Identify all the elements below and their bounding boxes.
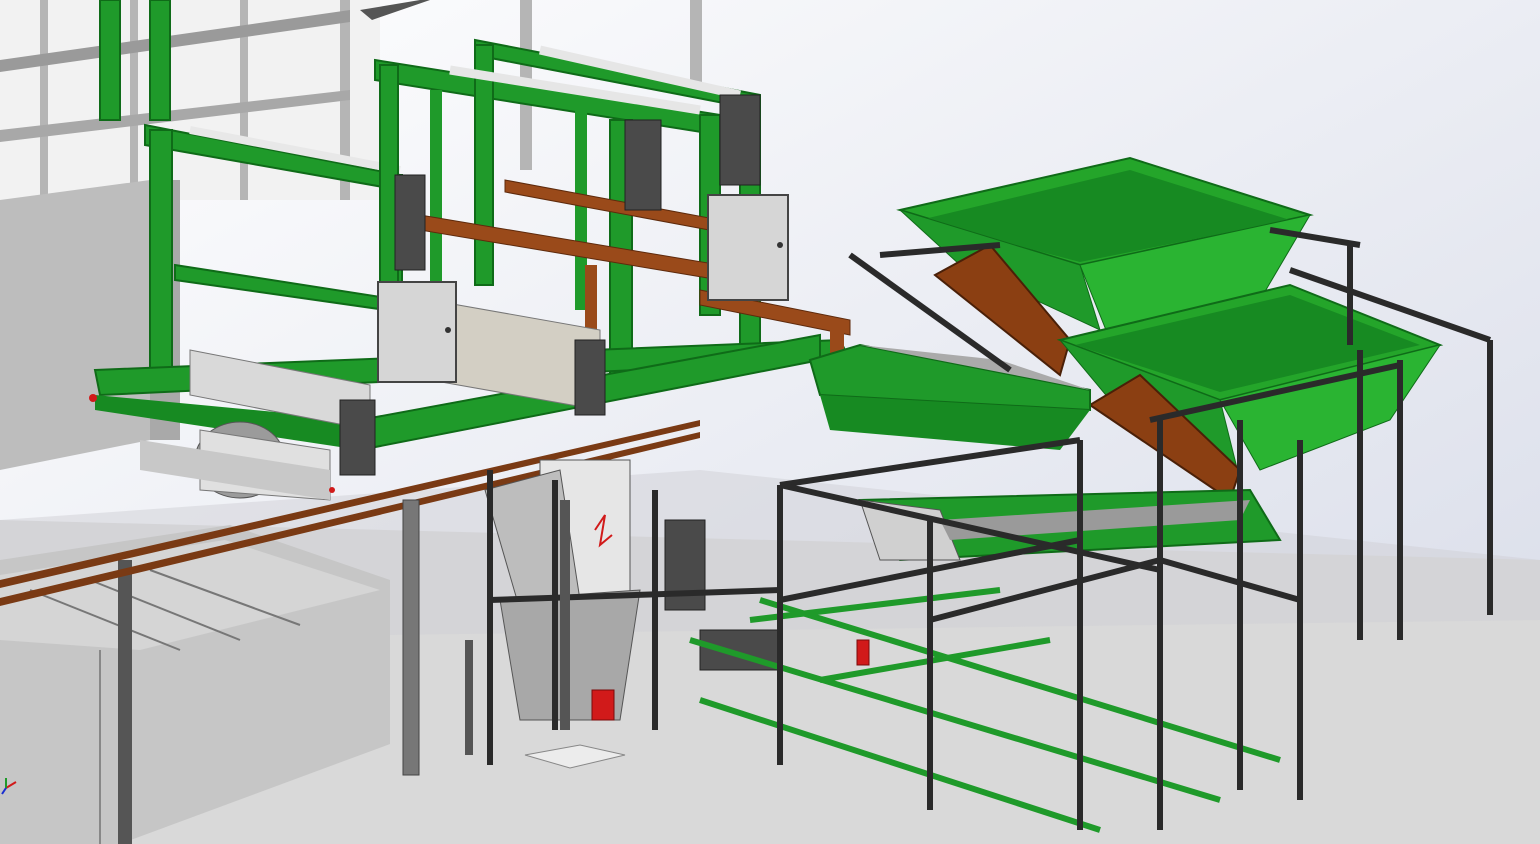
red-indicator <box>329 487 335 493</box>
red-indicator <box>89 394 97 402</box>
cabinet-lock-icon <box>777 242 783 248</box>
cad-viewport[interactable] <box>0 0 1540 844</box>
control-cabinet <box>707 194 789 301</box>
red-pedestal <box>591 689 615 721</box>
cabinet-lock-icon <box>445 327 451 333</box>
assembly-render <box>0 0 1540 844</box>
control-cabinet <box>377 281 457 383</box>
red-pedestal <box>856 639 870 666</box>
